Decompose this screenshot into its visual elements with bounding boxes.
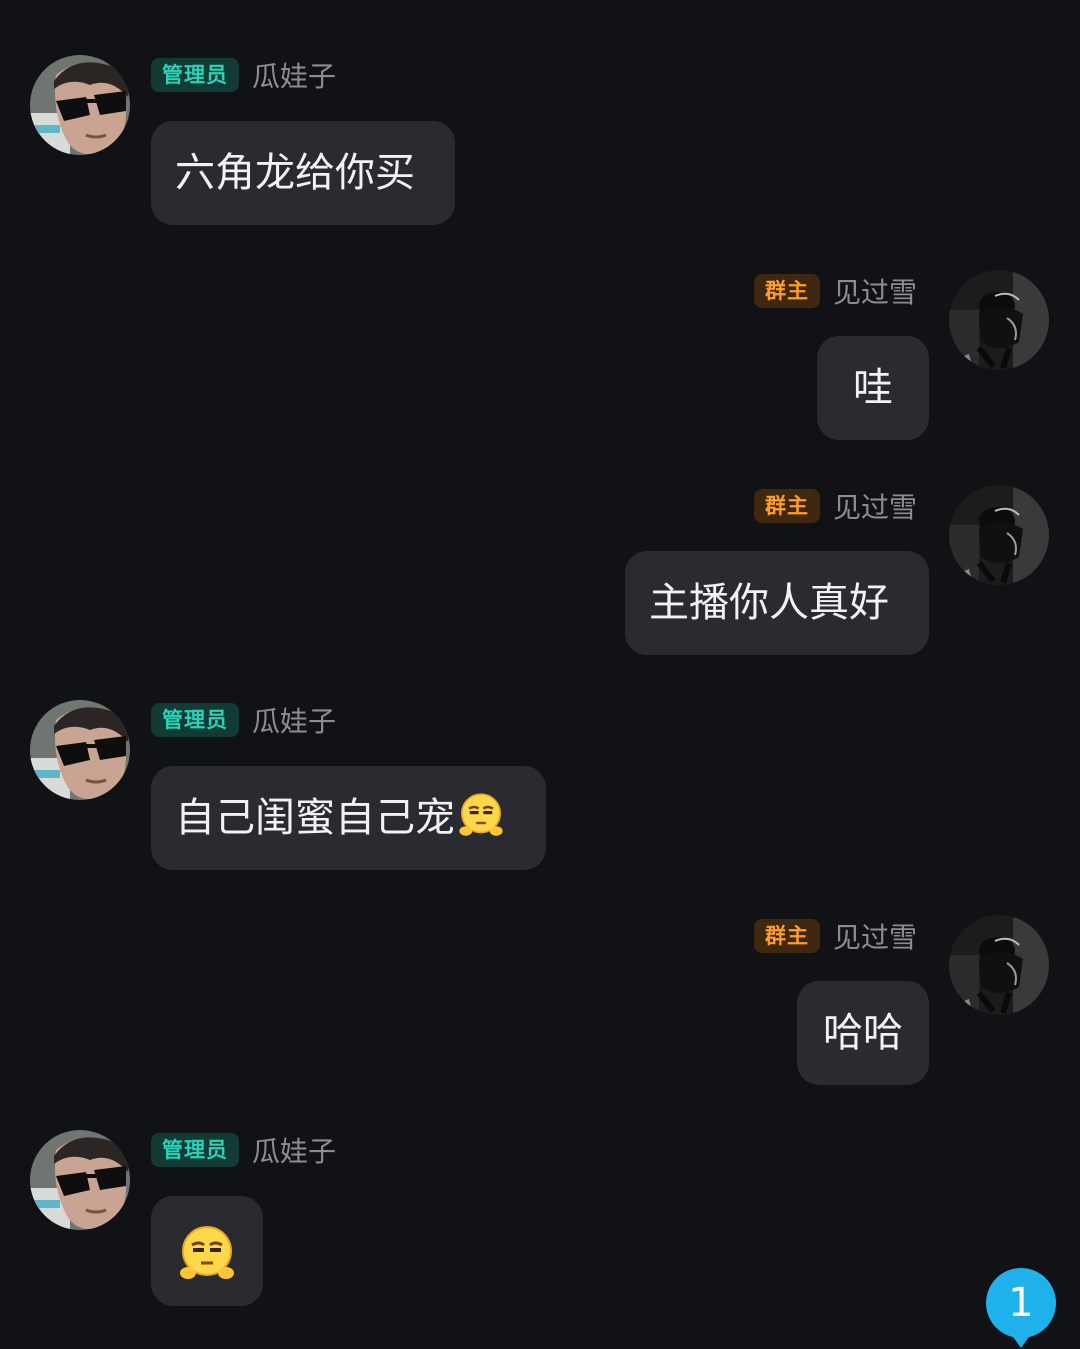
user-avatar-image [30, 1130, 130, 1230]
chat-message-list[interactable]: 管理员 瓜娃子 六角龙给你买 群主 见过雪 哇 群主 见过雪 主播你人真好 管理… [0, 0, 1080, 1349]
message-meta: 群主 见过雪 [754, 916, 930, 956]
avatar[interactable] [30, 1130, 130, 1230]
owner-badge: 群主 [754, 274, 820, 308]
sender-name[interactable]: 见过雪 [833, 486, 917, 526]
avatar[interactable] [30, 700, 130, 800]
message-text: 六角龙给你买 [175, 150, 415, 196]
owner-badge: 群主 [754, 919, 820, 953]
user-avatar-image [30, 55, 130, 155]
admin-badge: 管理员 [151, 58, 239, 92]
avatar[interactable] [949, 270, 1049, 370]
user-avatar-image [949, 915, 1049, 1015]
message-bubble[interactable]: 主播你人真好 [625, 551, 929, 655]
message-bubble[interactable]: 哇 [817, 336, 929, 440]
message-meta: 管理员 瓜娃子 [151, 700, 349, 740]
user-avatar-image [30, 700, 130, 800]
avatar[interactable] [30, 55, 130, 155]
sender-name[interactable]: 见过雪 [833, 271, 917, 311]
message-bubble[interactable]: 哈哈 [797, 981, 929, 1085]
message-bubble[interactable]: 六角龙给你买 [151, 121, 455, 225]
message-bubble[interactable] [151, 1196, 263, 1306]
user-avatar-image [949, 270, 1049, 370]
smirk-emoji-icon [177, 1223, 237, 1283]
message-text: 主播你人真好 [649, 580, 889, 626]
smirk-emoji-icon [457, 791, 505, 839]
message-bubble[interactable]: 自己闺蜜自己宠 [151, 766, 546, 870]
sender-name[interactable]: 瓜娃子 [252, 55, 336, 95]
message-text: 哇 [853, 365, 893, 411]
message-meta: 管理员 瓜娃子 [151, 1130, 349, 1170]
message-meta: 群主 见过雪 [754, 271, 930, 311]
admin-badge: 管理员 [151, 703, 239, 737]
sender-name[interactable]: 见过雪 [833, 916, 917, 956]
message-meta: 管理员 瓜娃子 [151, 55, 349, 95]
message-meta: 群主 见过雪 [754, 486, 930, 526]
unread-count-badge[interactable]: 1 [986, 1268, 1056, 1348]
avatar[interactable] [949, 485, 1049, 585]
owner-badge: 群主 [754, 489, 820, 523]
message-text: 哈哈 [823, 1010, 903, 1056]
user-avatar-image [949, 485, 1049, 585]
message-text: 自己闺蜜自己宠 [175, 795, 455, 841]
avatar[interactable] [949, 915, 1049, 1015]
sender-name[interactable]: 瓜娃子 [252, 1130, 336, 1170]
admin-badge: 管理员 [151, 1133, 239, 1167]
sender-name[interactable]: 瓜娃子 [252, 700, 336, 740]
